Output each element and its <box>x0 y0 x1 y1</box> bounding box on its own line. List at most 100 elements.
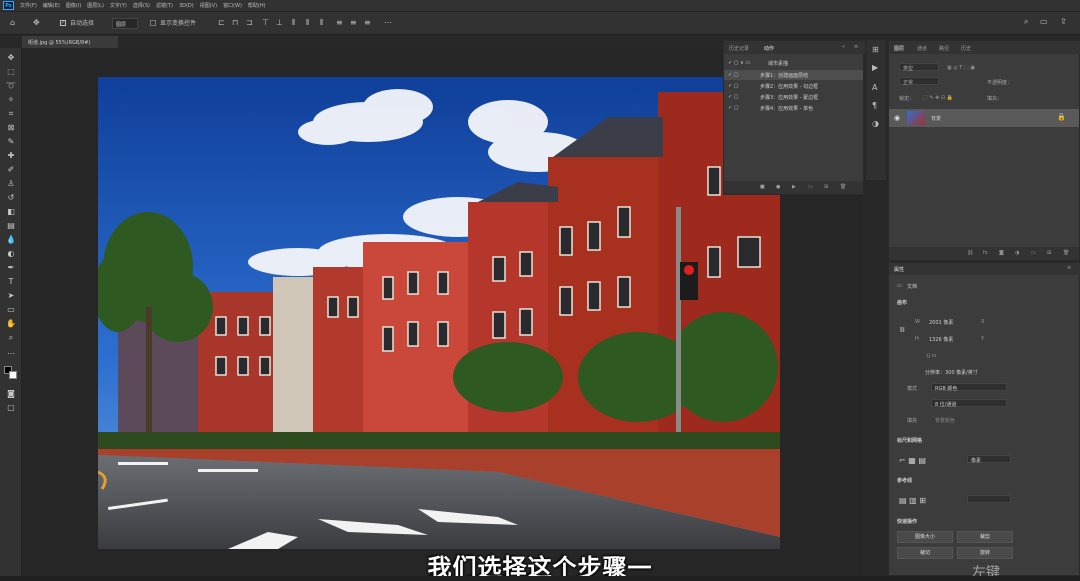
blur-tool-icon[interactable]: 💧 <box>5 234 17 245</box>
lock-icons[interactable]: ⬚ ✎ ✥ ⊡ 🔒 <box>923 95 953 101</box>
search-icon[interactable]: ⌕ <box>1024 18 1028 26</box>
distribute-1-icon[interactable]: ⫴ <box>292 19 295 27</box>
align-top-icon[interactable]: ⊤ <box>262 19 269 27</box>
orientation-icons[interactable]: ▯ ▭ <box>927 353 936 359</box>
document-tab[interactable]: 街道.jpg @ 55%(RGB/8#) <box>22 36 118 48</box>
visibility-eye-icon[interactable]: ◉ <box>894 114 900 122</box>
hand-tool-icon[interactable]: ✋ <box>5 318 17 329</box>
menu-view[interactable]: 视图(V) <box>200 2 217 9</box>
path-select-icon[interactable]: ➤ <box>5 290 17 301</box>
filter-icons[interactable]: ▦ ◎ T ⬚ ▣ <box>947 65 975 71</box>
document-image[interactable] <box>98 77 780 549</box>
actions-panel-icon[interactable]: ▶ <box>872 64 878 72</box>
adjustments-panel-icon[interactable]: ◑ <box>872 120 879 128</box>
quick-mask-icon[interactable]: ◙ <box>5 388 17 399</box>
action-step-2[interactable]: 步骤2：应用效果 - 勾边框 <box>760 83 818 90</box>
guide-icons[interactable]: ▤ ▥ ⊞ <box>899 496 926 505</box>
tab-history2[interactable]: 历史 <box>961 45 971 52</box>
distribute-5-icon[interactable]: ≡ <box>350 19 357 27</box>
zoom-tool-icon[interactable]: ⌕ <box>5 332 17 343</box>
eraser-icon[interactable]: ◧ <box>5 206 17 217</box>
history-brush-icon[interactable]: ↺ <box>5 192 17 203</box>
clone-stamp-icon[interactable]: ♙ <box>5 178 17 189</box>
gradient-tool-icon[interactable]: ▤ <box>5 220 17 231</box>
guides-section[interactable]: 参考线 <box>897 477 912 484</box>
quick-actions-section[interactable]: 快速操作 <box>897 518 917 525</box>
lasso-tool-icon[interactable]: ➰ <box>5 80 17 91</box>
align-left-icon[interactable]: ⊏ <box>218 19 225 27</box>
menu-help[interactable]: 帮助(H) <box>248 2 266 9</box>
distribute-2-icon[interactable]: ⫴ <box>306 19 309 27</box>
workspace-icon[interactable]: ▭ <box>1040 18 1048 26</box>
eyedropper-icon[interactable]: ✎ <box>5 136 17 147</box>
distribute-3-icon[interactable]: ⫴ <box>320 19 323 27</box>
action-check-4[interactable]: ✓ ▢ <box>728 105 739 111</box>
image-size-button[interactable]: 图像大小 <box>897 531 953 543</box>
magic-wand-icon[interactable]: ✧ <box>5 94 17 105</box>
width-value[interactable]: 2001 像素 <box>929 319 953 326</box>
guide-style-dropdown[interactable] <box>967 495 1011 503</box>
fx-icon[interactable]: fx <box>983 250 988 256</box>
record-icon[interactable]: ● <box>776 184 780 190</box>
stop-icon[interactable]: ■ <box>760 184 765 190</box>
tab-paths[interactable]: 路径 <box>939 45 949 52</box>
dodge-tool-icon[interactable]: ◐ <box>5 248 17 259</box>
menu-layer[interactable]: 图层(L) <box>87 2 104 9</box>
align-middle-icon[interactable]: ⊥ <box>276 19 283 27</box>
play-icon[interactable]: ▶ <box>792 184 796 190</box>
new-set-icon[interactable]: ▭ <box>808 184 813 190</box>
action-step-4[interactable]: 步骤4：应用效果 - 单色 <box>760 105 813 112</box>
tab-history[interactable]: 历史记录 <box>729 45 749 52</box>
home-icon[interactable]: ⌂ <box>10 19 15 27</box>
auto-select-dropdown[interactable]: 图层 <box>112 18 138 29</box>
delete-icon[interactable]: 🗑 <box>840 184 846 190</box>
frame-tool-icon[interactable]: ⊠ <box>5 122 17 133</box>
mask-icon[interactable]: ◙ <box>999 250 1004 256</box>
menu-3d[interactable]: 3D(D) <box>179 3 194 9</box>
action-step-1[interactable]: 步骤1：创建画面层结 <box>760 72 808 79</box>
distribute-4-icon[interactable]: ≡ <box>336 19 343 27</box>
tab-channels[interactable]: 通道 <box>917 45 927 52</box>
move-tool-icon[interactable]: ✥ <box>33 19 40 27</box>
action-check-3[interactable]: ✓ ▢ <box>728 94 739 100</box>
ruler-grid-icons[interactable]: ⌐ ▦ ▤ <box>899 456 926 465</box>
collapse-icon[interactable]: « <box>842 44 845 50</box>
align-right-icon[interactable]: ⊐ <box>246 19 253 27</box>
move-tool-icon[interactable]: ✥ <box>5 52 17 63</box>
action-check-2[interactable]: ✓ ▢ <box>728 83 739 89</box>
type-tool-icon[interactable]: T <box>5 276 17 287</box>
link-icon[interactable]: ⛓ <box>967 250 973 256</box>
height-value[interactable]: 1326 像素 <box>929 336 953 343</box>
menu-type[interactable]: 文字(Y) <box>110 2 127 9</box>
link-dimensions-icon[interactable]: ⛓ <box>899 327 905 333</box>
crop-button[interactable]: 裁剪 <box>957 531 1013 543</box>
new-action-icon[interactable]: ⊞ <box>824 184 828 190</box>
properties-menu-icon[interactable]: ≡ <box>1067 265 1071 271</box>
tab-layers[interactable]: 图层 <box>894 45 904 52</box>
action-step-3[interactable]: 步骤3：应用效果 - 蒙边框 <box>760 94 818 101</box>
trash-icon[interactable]: 🗑 <box>1063 250 1069 256</box>
action-check-1[interactable]: ✓ ▢ <box>728 72 739 78</box>
rectangle-tool-icon[interactable]: ▭ <box>5 304 17 315</box>
align-center-icon[interactable]: ⊓ <box>232 19 238 27</box>
more-tools-icon[interactable]: ⋯ <box>5 348 17 359</box>
more-options-icon[interactable]: ⋯ <box>384 19 392 27</box>
menu-window[interactable]: 窗口(W) <box>223 2 242 9</box>
canvas-section[interactable]: 画布 <box>897 299 907 306</box>
pen-tool-icon[interactable]: ✒ <box>5 262 17 273</box>
screen-mode-icon[interactable]: ▢ <box>5 402 17 413</box>
menu-file[interactable]: 文件(F) <box>20 2 37 9</box>
layer-row-background[interactable]: ◉ 背景 🔒 <box>889 109 1079 127</box>
adjustment-icon[interactable]: ◑ <box>1015 250 1019 256</box>
auto-select-checkbox[interactable]: ✓ <box>60 20 66 26</box>
panel-menu-icon[interactable]: ≡ <box>854 44 858 50</box>
tab-actions[interactable]: 动作 <box>764 45 774 52</box>
action-group-name[interactable]: 城市素描 <box>768 60 788 67</box>
show-transform-checkbox[interactable] <box>150 20 156 26</box>
healing-brush-icon[interactable]: ✚ <box>5 150 17 161</box>
paragraph-panel-icon[interactable]: ¶ <box>872 102 877 110</box>
rulers-section[interactable]: 标尺和网格 <box>897 437 922 444</box>
menu-image[interactable]: 图像(I) <box>66 2 81 9</box>
history-panel-icon[interactable]: ⊞ <box>872 46 879 54</box>
menu-filter[interactable]: 滤镜(T) <box>156 2 173 9</box>
